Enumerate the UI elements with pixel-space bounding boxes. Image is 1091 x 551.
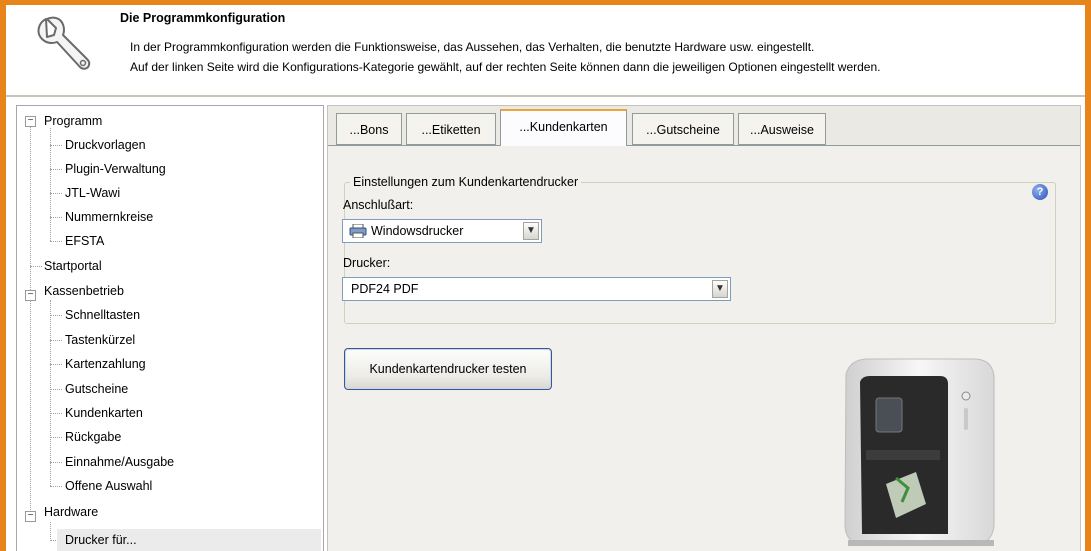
tree-item-jtl-wawi[interactable]: JTL-Wawi — [65, 182, 120, 204]
card-printer-image — [844, 358, 995, 546]
tree-line — [50, 145, 62, 146]
tree-line — [50, 300, 51, 486]
help-icon[interactable]: ? — [1032, 184, 1048, 200]
printer-select[interactable]: PDF24 PDF ▼ — [342, 277, 731, 301]
tree-item-einnahme-ausgabe[interactable]: Einnahme/Ausgabe — [65, 451, 174, 473]
chevron-down-icon[interactable]: ▼ — [523, 222, 539, 240]
tree-item-nummernkreise[interactable]: Nummernkreise — [65, 206, 153, 228]
tree-item-kundenkarten[interactable]: Kundenkarten — [65, 402, 143, 424]
wrench-icon — [37, 16, 91, 70]
category-tree[interactable]: − − − Programm Druckvorlagen Plugin-Verw… — [16, 105, 324, 551]
tree-item-startportal[interactable]: Startportal — [44, 255, 102, 277]
tab-kundenkarten[interactable]: ...Kundenkarten — [500, 109, 627, 146]
tree-line — [50, 241, 62, 242]
connection-type-value: Windowsdrucker — [371, 224, 464, 238]
options-panel: ...Bons ...Etiketten ...Kundenkarten ...… — [327, 105, 1081, 551]
tree-line — [50, 462, 62, 463]
connection-type-select[interactable]: Windowsdrucker ▼ — [342, 219, 542, 243]
page-title: Die Programmkonfiguration — [120, 11, 286, 25]
tree-line — [50, 437, 62, 438]
tree-item-drucker-fuer[interactable]: Drucker für... — [57, 529, 321, 551]
group-title: Einstellungen zum Kundenkartendrucker — [350, 175, 582, 189]
printer-value: PDF24 PDF — [351, 282, 419, 296]
tree-line — [50, 340, 62, 341]
tree-item-efsta[interactable]: EFSTA — [65, 230, 104, 252]
tree-line — [50, 486, 62, 487]
description-line-1: In der Programmkonfiguration werden die … — [130, 40, 815, 54]
tab-ausweise[interactable]: ...Ausweise — [738, 113, 826, 145]
tree-line — [30, 266, 42, 267]
tree-item-kassenbetrieb[interactable]: Kassenbetrieb — [44, 280, 124, 302]
tree-item-druckvorlagen[interactable]: Druckvorlagen — [65, 134, 146, 156]
printer-label: Drucker: — [343, 256, 391, 270]
connection-type-label: Anschlußart: — [343, 198, 414, 212]
tab-content: Einstellungen zum Kundenkartendrucker ? … — [328, 146, 1080, 551]
tree-line — [50, 522, 51, 541]
config-window: Die Programmkonfiguration In der Program… — [6, 5, 1085, 551]
collapse-toggle-hardware[interactable]: − — [25, 511, 36, 522]
printer-settings-group — [344, 182, 1056, 324]
tree-item-plugin-verwaltung[interactable]: Plugin-Verwaltung — [65, 158, 166, 180]
collapse-toggle-kassenbetrieb[interactable]: − — [25, 290, 36, 301]
tree-line — [50, 389, 62, 390]
description-line-2: Auf der linken Seite wird die Konfigurat… — [130, 60, 881, 74]
tree-item-offene-auswahl[interactable]: Offene Auswahl — [65, 475, 152, 497]
collapse-toggle-programm[interactable]: − — [25, 116, 36, 127]
tree-line — [50, 169, 62, 170]
tree-item-tastenkuerzel[interactable]: Tastenkürzel — [65, 329, 135, 351]
tree-item-gutscheine[interactable]: Gutscheine — [65, 378, 128, 400]
tree-line — [50, 413, 62, 414]
header: Die Programmkonfiguration In der Program… — [6, 5, 1085, 95]
header-divider — [6, 95, 1085, 97]
tab-etiketten[interactable]: ...Etiketten — [406, 113, 496, 145]
tree-line — [50, 315, 62, 316]
tree-item-schnelltasten[interactable]: Schnelltasten — [65, 304, 140, 326]
tree-line — [30, 121, 31, 518]
tree-item-programm[interactable]: Programm — [44, 110, 102, 132]
tab-bons[interactable]: ...Bons — [336, 113, 402, 145]
tree-item-rueckgabe[interactable]: Rückgabe — [65, 426, 121, 448]
chevron-down-icon[interactable]: ▼ — [712, 280, 728, 298]
tree-line — [50, 193, 62, 194]
test-printer-button[interactable]: Kundenkartendrucker testen — [344, 348, 552, 390]
tree-item-kartenzahlung[interactable]: Kartenzahlung — [65, 353, 146, 375]
tab-gutscheine[interactable]: ...Gutscheine — [632, 113, 734, 145]
tree-line — [50, 217, 62, 218]
tree-item-hardware[interactable]: Hardware — [44, 501, 98, 523]
tree-line — [50, 364, 62, 365]
printer-icon — [349, 224, 367, 238]
